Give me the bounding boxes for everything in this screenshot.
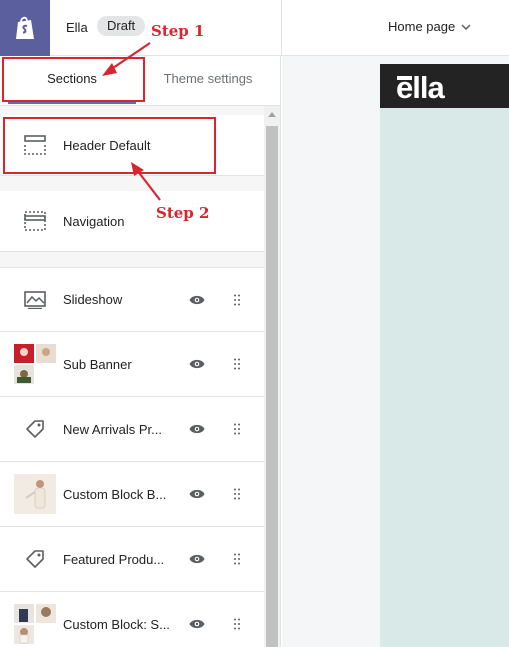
shopify-bag-icon [16, 16, 34, 39]
top-bar: Ella Draft Home page [0, 0, 509, 56]
shopify-logo[interactable] [0, 0, 50, 56]
drag-handle-icon[interactable] [232, 293, 242, 307]
drag-handle-icon[interactable] [232, 487, 242, 501]
drag-handle-icon[interactable] [232, 617, 242, 631]
section-navigation[interactable]: Navigation [0, 191, 264, 252]
block-label: Featured Produ... [63, 551, 165, 567]
block-new-arrivals[interactable]: New Arrivals Pr... [0, 397, 264, 462]
panel-tabs: Sections Theme settings [0, 56, 280, 106]
drag-handle-icon[interactable] [232, 422, 242, 436]
tag-icon [24, 418, 46, 440]
block-featured-products[interactable]: Featured Produ... [0, 527, 264, 592]
block-custom-block-b[interactable]: Custom Block B... [0, 462, 264, 527]
store-name: Ella [66, 20, 88, 35]
drag-handle-icon[interactable] [232, 357, 242, 371]
sub-banner-thumbnail [14, 344, 56, 384]
page-selector-label: Home page [388, 19, 456, 34]
tab-label: Theme settings [163, 71, 253, 86]
eye-icon[interactable] [188, 420, 206, 438]
status-badge: Draft [97, 16, 146, 36]
custom-block-thumbnail [14, 474, 56, 514]
tab-label: Sections [47, 71, 97, 86]
topbar-divider [281, 0, 282, 56]
block-label: Sub Banner [63, 356, 132, 372]
eye-icon[interactable] [188, 615, 206, 633]
drag-handle-icon[interactable] [232, 552, 242, 566]
preview-frame: ella [380, 64, 509, 647]
eye-icon[interactable] [188, 291, 206, 309]
block-slideshow[interactable]: Slideshow [0, 267, 264, 332]
navigation-layout-icon [24, 210, 46, 232]
section-header-default[interactable]: Header Default [0, 115, 264, 176]
block-custom-block-s[interactable]: Custom Block: S... [0, 592, 264, 647]
theme-preview: ella [282, 56, 509, 647]
section-label: Navigation [63, 213, 125, 229]
step2-label: Step 2 [156, 204, 210, 222]
scroll-up-arrow-icon[interactable] [268, 112, 276, 117]
block-label: New Arrivals Pr... [63, 421, 162, 437]
slideshow-image-icon [24, 289, 46, 311]
section-list: Header Default Navigation Slideshow Sub … [0, 106, 264, 647]
sections-panel: Sections Theme settings Header Default N… [0, 56, 281, 647]
tag-icon [24, 548, 46, 570]
page-selector[interactable]: Home page [388, 19, 471, 34]
active-tab-indicator [8, 101, 136, 104]
block-label: Slideshow [63, 292, 123, 307]
logo-macron [397, 76, 412, 80]
tab-theme-settings[interactable]: Theme settings [145, 56, 271, 106]
tab-sections[interactable]: Sections [8, 56, 136, 106]
section-label: Header Default [63, 137, 151, 153]
scrollbar[interactable] [264, 106, 280, 647]
eye-icon[interactable] [188, 550, 206, 568]
eye-icon[interactable] [188, 485, 206, 503]
eye-icon[interactable] [188, 355, 206, 373]
step1-label: Step 1 [151, 22, 205, 40]
preview-store-header: ella [380, 64, 509, 108]
header-layout-icon [24, 134, 46, 156]
chevron-down-icon [461, 23, 471, 30]
block-sub-banner[interactable]: Sub Banner [0, 332, 264, 397]
custom-block-thumbnail [14, 604, 56, 644]
block-label: Custom Block: S... [63, 616, 170, 632]
scrollbar-thumb[interactable] [266, 126, 278, 647]
block-label: Custom Block B... [63, 486, 167, 502]
